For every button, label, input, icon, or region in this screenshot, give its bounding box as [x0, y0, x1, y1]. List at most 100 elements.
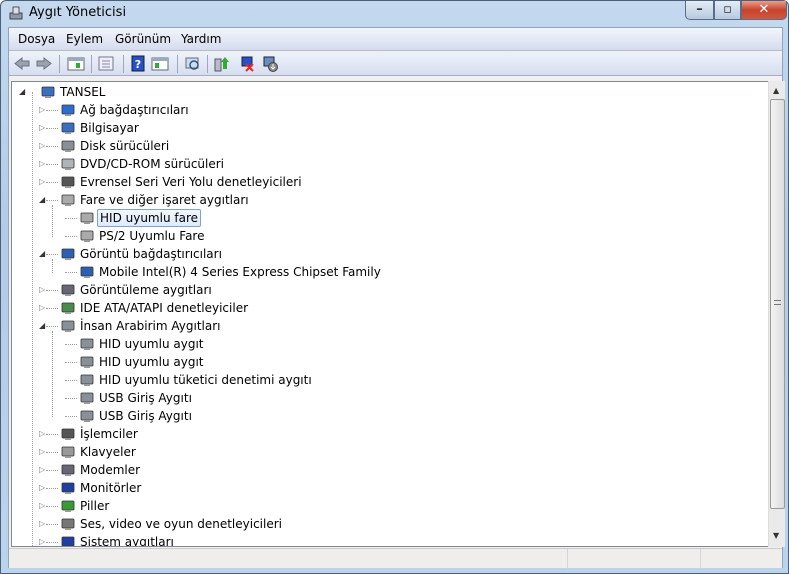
tree-item-label: Sistem aygıtları [80, 535, 174, 547]
tree-connector [46, 308, 58, 309]
tree-connector [65, 272, 77, 273]
tree-item-label: Ses, video ve oyun denetleyicileri [80, 517, 283, 531]
tree-item[interactable]: USB Giriş Aygıtı [12, 407, 769, 425]
show-action-pane-icon[interactable] [151, 55, 169, 72]
modem-icon [60, 462, 76, 478]
tree-item[interactable]: ◢ Fare ve diğer işaret aygıtları [12, 191, 769, 209]
tree-item[interactable]: ◢ İnsan Arabirim Aygıtları [12, 317, 769, 335]
expand-arrow-icon[interactable]: ▷ [39, 443, 45, 461]
processor-icon [60, 426, 76, 442]
menu-yardim[interactable]: Yardım [181, 32, 221, 46]
tree-item[interactable]: ▷ IDE ATA/ATAPI denetleyiciler [12, 299, 769, 317]
expand-arrow-icon[interactable]: ▷ [39, 119, 45, 137]
tree-item[interactable]: ▷ Disk sürücüleri [12, 137, 769, 155]
tree-item[interactable]: ▷ Görüntüleme aygıtları [12, 281, 769, 299]
tree-connector [46, 290, 58, 291]
tree-item-label: HID uyumlu fare [97, 209, 202, 227]
tree-item[interactable]: ▷ Sistem aygıtları [12, 533, 769, 547]
tree-item[interactable]: ▷ DVD/CD-ROM sürücüleri [12, 155, 769, 173]
maximize-button[interactable]: ▫ [714, 1, 741, 20]
tree-item[interactable]: ◢ TANSEL [12, 83, 769, 101]
collapse-arrow-icon[interactable]: ◢ [39, 245, 45, 263]
hid-icon [79, 336, 95, 352]
expand-arrow-icon[interactable]: ▷ [39, 101, 45, 119]
tree-connector [46, 110, 58, 111]
help-icon[interactable]: ? [129, 55, 147, 72]
scroll-up-icon[interactable]: ▲ [773, 86, 779, 95]
tree-item-label: HID uyumlu tüketici denetimi aygıtı [99, 373, 312, 387]
status-bar [9, 548, 782, 569]
tree-item[interactable]: ▷ Bilgisayar [12, 119, 769, 137]
tree-item-label: TANSEL [60, 85, 106, 99]
tree-item[interactable]: HID uyumlu tüketici denetimi aygıtı [12, 371, 769, 389]
expand-arrow-icon[interactable]: ▷ [39, 173, 45, 191]
expand-arrow-icon[interactable]: ▷ [39, 425, 45, 443]
tree-item[interactable]: Mobile Intel(R) 4 Series Express Chipset… [12, 263, 769, 281]
expand-arrow-icon[interactable]: ▷ [39, 515, 45, 533]
tree-item-label: IDE ATA/ATAPI denetleyiciler [80, 301, 249, 315]
update-driver-icon[interactable] [213, 55, 231, 72]
menu-dosya[interactable]: Dosya [18, 32, 55, 46]
disable-icon[interactable] [261, 55, 279, 72]
tree-item[interactable]: ▷ Monitörler [12, 479, 769, 497]
properties-icon[interactable] [97, 55, 115, 72]
device-tree[interactable]: ◢ TANSEL ▷ Ağ bağdaştırıcıları ▷ Bilgisayar ▷ D… [11, 81, 770, 547]
tree-item[interactable]: PS/2 Uyumlu Fare [12, 227, 769, 245]
menu-eylem[interactable]: Eylem [66, 32, 103, 46]
tree-item[interactable]: ▷ Klavyeler [12, 443, 769, 461]
close-icon: ✕ [758, 2, 770, 17]
tree-item[interactable]: USB Giriş Aygıtı [12, 389, 769, 407]
tree-item[interactable]: ▷ Ağ bağdaştırıcıları [12, 101, 769, 119]
tree-item-label: Monitörler [80, 481, 142, 495]
tree-connector [65, 398, 77, 399]
tree-item-label: Disk sürücüleri [80, 139, 170, 153]
tree-item[interactable]: ▷ İşlemciler [12, 425, 769, 443]
client-area: Dosya Eylem Görünüm Yardım ? ◢ TANSEL ▷ Ağ … [8, 27, 785, 569]
show-hide-console-tree-icon[interactable] [67, 55, 85, 72]
tree-item[interactable]: ▷ Evrensel Seri Veri Yolu denetleyicileri [12, 173, 769, 191]
dvd-icon [60, 156, 76, 172]
expand-arrow-icon[interactable]: ▷ [39, 281, 45, 299]
scroll-down-icon[interactable]: ▼ [773, 531, 779, 540]
hid-icon [79, 372, 95, 388]
tree-guide [32, 92, 33, 546]
collapse-arrow-icon[interactable]: ◢ [39, 317, 45, 335]
back-icon[interactable] [13, 55, 31, 72]
tree-item-label: DVD/CD-ROM sürücüleri [80, 157, 225, 171]
expand-arrow-icon[interactable]: ▷ [39, 299, 45, 317]
tree-item[interactable]: ◢ Görüntü bağdaştırıcıları [12, 245, 769, 263]
tree-item[interactable]: HID uyumlu fare [12, 209, 769, 227]
vertical-scrollbar[interactable]: ▲ ▼ [768, 81, 785, 547]
forward-icon[interactable] [35, 55, 53, 72]
uninstall-icon[interactable] [237, 55, 255, 72]
tree-guide [52, 259, 53, 273]
collapse-arrow-icon[interactable]: ◢ [39, 191, 45, 209]
tree-item[interactable]: HID uyumlu aygıt [12, 335, 769, 353]
toolbar-separator [123, 55, 124, 73]
menu-gorunum[interactable]: Görünüm [115, 32, 171, 46]
collapse-arrow-icon[interactable]: ◢ [19, 83, 25, 101]
expand-arrow-icon[interactable]: ▷ [39, 137, 45, 155]
tree-item[interactable]: ▷ Modemler [12, 461, 769, 479]
tree-item[interactable]: ▷ Piller [12, 497, 769, 515]
expand-arrow-icon[interactable]: ▷ [39, 155, 45, 173]
close-button[interactable]: ✕ [741, 1, 787, 20]
expand-arrow-icon[interactable]: ▷ [39, 461, 45, 479]
mouse-icon [60, 192, 76, 208]
tree-connector [46, 200, 58, 201]
expand-arrow-icon[interactable]: ▷ [39, 497, 45, 515]
tree-item-label: USB Giriş Aygıtı [99, 391, 192, 405]
tree-connector [46, 452, 58, 453]
scrollbar-thumb[interactable] [770, 99, 785, 509]
network-adapter-icon [60, 102, 76, 118]
tree-item[interactable]: HID uyumlu aygıt [12, 353, 769, 371]
tree-connector [46, 128, 58, 129]
grip-icon [774, 300, 781, 305]
scan-hardware-icon[interactable] [183, 55, 201, 72]
usb-icon [60, 174, 76, 190]
expand-arrow-icon[interactable]: ▷ [39, 479, 45, 497]
minimize-button[interactable]: – [685, 1, 714, 20]
imaging-device-icon [60, 282, 76, 298]
expand-arrow-icon[interactable]: ▷ [39, 533, 45, 546]
tree-item[interactable]: ▷ Ses, video ve oyun denetleyicileri [12, 515, 769, 533]
